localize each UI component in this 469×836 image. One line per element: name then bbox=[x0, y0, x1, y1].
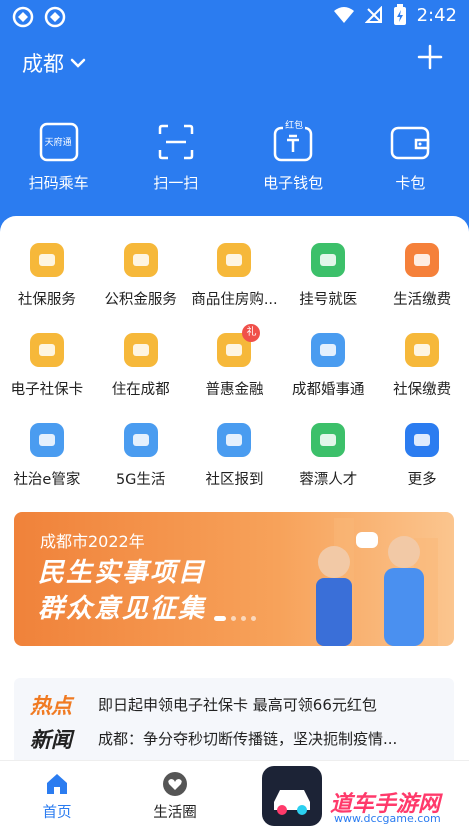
service-item[interactable]: 生活缴费 bbox=[375, 236, 469, 326]
panda-house-icon bbox=[121, 330, 161, 370]
service-item[interactable]: 社保服务 bbox=[0, 236, 94, 326]
red-packet-badge: 红包 bbox=[283, 118, 306, 131]
banner-pager bbox=[214, 616, 256, 621]
chevron-down-icon bbox=[70, 58, 86, 68]
community-icon bbox=[27, 420, 67, 460]
service-item[interactable]: 5G生活 bbox=[94, 416, 188, 506]
service-label: 普惠金融 bbox=[205, 382, 264, 398]
promo-banner[interactable]: 成都市2022年 民生实事项目 群众意见征集 bbox=[14, 512, 454, 646]
service-label: 电子社保卡 bbox=[10, 382, 84, 398]
add-icon[interactable] bbox=[417, 44, 443, 70]
news-tag-news: 新闻 bbox=[30, 728, 72, 752]
medical-cross-icon bbox=[308, 240, 348, 280]
tab-life-circle[interactable]: 生活圈 bbox=[130, 771, 220, 822]
flame-bolt-icon bbox=[402, 240, 442, 280]
banner-title-2: 群众意见征集 bbox=[38, 594, 207, 624]
quick-action-cards[interactable]: 卡包 bbox=[364, 120, 456, 193]
gift-badge: 礼 bbox=[242, 324, 261, 342]
news-headline[interactable]: 成都：争分夺秒切断传播链，坚决扼制疫情... bbox=[98, 728, 438, 749]
service-label: 社保服务 bbox=[17, 292, 76, 308]
banner-illustration bbox=[316, 518, 438, 646]
quick-action-scan-ride[interactable]: 天府通 扫码乘车 bbox=[13, 120, 105, 193]
tab-label: 生活圈 bbox=[153, 805, 197, 821]
tab-home[interactable]: 首页 bbox=[12, 771, 102, 822]
transit-card-icon: 天府通 bbox=[37, 120, 81, 164]
wifi-icon bbox=[333, 7, 354, 23]
service-item[interactable]: 商品住房购... bbox=[188, 236, 282, 326]
tab-label: 首页 bbox=[42, 805, 72, 821]
service-label: 商品住房购... bbox=[191, 292, 278, 308]
service-row: 社治e管家 5G生活 社区报到 蓉漂人才 更多 bbox=[0, 416, 469, 506]
services-card: 社保服务 公积金服务 商品住房购... 挂号就医 生活缴费 电子社保卡 住在成都礼普惠金融成… bbox=[0, 216, 469, 776]
service-label: 挂号就医 bbox=[299, 292, 358, 308]
home-icon bbox=[47, 774, 67, 794]
shield-card-icon bbox=[27, 330, 67, 370]
wallet-pay-icon bbox=[402, 330, 442, 370]
service-label: 成都婚事通 bbox=[292, 382, 365, 398]
city-name: 成都 bbox=[22, 52, 64, 76]
service-row: 电子社保卡 住在成都礼普惠金融 成都婚事通 社保缴费 bbox=[0, 324, 469, 416]
scan-icon bbox=[154, 120, 198, 164]
banner-title-1: 民生实事项目 bbox=[38, 558, 207, 588]
service-grid: 社保服务 公积金服务 商品住房购... 挂号就医 生活缴费 电子社保卡 住在成都礼普惠金融成… bbox=[0, 236, 469, 506]
service-item[interactable]: 电子社保卡 bbox=[0, 326, 94, 416]
no-signal-icon bbox=[364, 6, 382, 23]
house-yen-icon bbox=[121, 240, 161, 280]
grid-more-icon bbox=[402, 420, 442, 460]
quick-actions: 天府通 扫码乘车 扫一扫 红包 电子钱包 卡包 bbox=[0, 118, 469, 193]
heart-ribbon-icon bbox=[308, 330, 348, 370]
news-tag-hot: 热点 bbox=[30, 694, 72, 718]
battery-icon bbox=[393, 4, 406, 25]
e-wallet-icon: 红包 bbox=[271, 118, 315, 164]
service-label: 社区报到 bbox=[205, 472, 264, 488]
watermark-url: www.dccgame.com bbox=[334, 812, 441, 825]
service-item[interactable]: 住在成都 bbox=[94, 326, 188, 416]
service-label: 社保缴费 bbox=[393, 382, 452, 398]
news-headline[interactable]: 即日起申领电子社保卡 最高可领66元红包 bbox=[98, 694, 377, 715]
service-label: 住在成都 bbox=[111, 382, 170, 398]
card-wallet-icon bbox=[388, 120, 432, 164]
banner-year: 成都市2022年 bbox=[40, 532, 145, 551]
service-item[interactable]: 社区报到 bbox=[188, 416, 282, 506]
quick-action-label: 扫码乘车 bbox=[28, 174, 89, 192]
service-label: 社治e管家 bbox=[13, 472, 81, 488]
status-time: 2:42 bbox=[416, 4, 457, 26]
service-item[interactable]: 公积金服务 bbox=[94, 236, 188, 326]
house-pen-icon bbox=[214, 240, 254, 280]
news-ticker[interactable]: 热点 新闻 即日起申领电子社保卡 最高可领66元红包 成都：争分夺秒切断传播链，… bbox=[14, 678, 454, 770]
app-notification-icon bbox=[44, 6, 66, 28]
service-item[interactable]: 礼普惠金融 bbox=[188, 324, 282, 416]
transit-card-badge: 天府通 bbox=[44, 138, 72, 148]
check-in-icon bbox=[214, 420, 254, 460]
service-item[interactable]: 社治e管家 bbox=[0, 416, 94, 506]
service-label: 更多 bbox=[407, 472, 437, 488]
service-item[interactable]: 社保缴费 bbox=[375, 326, 469, 416]
service-item[interactable]: 蓉漂人才 bbox=[281, 416, 375, 506]
watermark-logo bbox=[262, 766, 322, 826]
service-row: 社保服务 公积金服务 商品住房购... 挂号就医 生活缴费 bbox=[0, 236, 469, 326]
service-item[interactable]: 挂号就医 bbox=[281, 236, 375, 326]
service-item[interactable]: 更多 bbox=[375, 416, 469, 506]
coins-icon: 礼 bbox=[214, 324, 261, 370]
quick-action-wallet[interactable]: 红包 电子钱包 bbox=[247, 118, 339, 193]
5g-icon bbox=[121, 420, 161, 460]
city-selector[interactable]: 成都 bbox=[22, 48, 86, 78]
quick-action-label: 扫一扫 bbox=[153, 174, 199, 192]
service-label: 公积金服务 bbox=[104, 292, 177, 308]
shield-check-icon bbox=[27, 240, 67, 280]
service-item[interactable]: 成都婚事通 bbox=[281, 326, 375, 416]
quick-action-label: 卡包 bbox=[395, 174, 426, 192]
service-label: 蓉漂人才 bbox=[299, 472, 358, 488]
service-label: 5G生活 bbox=[115, 472, 166, 488]
service-label: 生活缴费 bbox=[393, 292, 452, 308]
status-bar: 2:42 bbox=[0, 0, 469, 34]
heart-circle-icon bbox=[163, 772, 187, 796]
app-notification-icon bbox=[12, 6, 34, 28]
talent-icon bbox=[308, 420, 348, 460]
quick-action-scan[interactable]: 扫一扫 bbox=[130, 120, 222, 193]
quick-action-label: 电子钱包 bbox=[263, 174, 324, 192]
